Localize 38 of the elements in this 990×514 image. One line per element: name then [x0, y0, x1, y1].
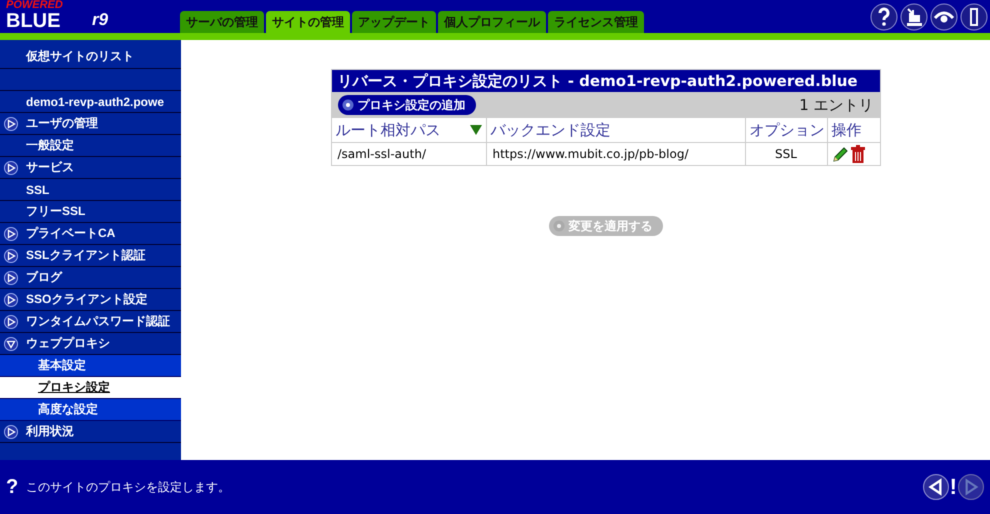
table-cell: SSL [746, 142, 828, 165]
help-icon[interactable] [870, 2, 898, 30]
door-icon[interactable] [960, 2, 988, 30]
computer-icon[interactable] [900, 2, 928, 30]
table-cell: /saml-ssl-auth/ [332, 142, 486, 165]
tab[interactable]: サーバの管理 [180, 11, 264, 33]
sidebar-subitem[interactable]: プロキシ設定 [0, 377, 181, 399]
column-header[interactable]: バックエンド設定 [486, 118, 746, 142]
column-header[interactable]: オプション [746, 118, 828, 142]
sidebar-item[interactable]: SSOクライアント設定 [0, 289, 181, 311]
table-title: リバース・プロキシ設定のリスト - demo1-revp-auth2.powered.blue [332, 70, 880, 92]
help-mark: ? [6, 476, 18, 498]
column-header[interactable]: ルート相対パス [332, 118, 486, 142]
entry-count: 1 エントリ [799, 96, 874, 114]
column-header[interactable]: 操作 [828, 118, 880, 142]
tab[interactable]: サイトの管理 [266, 11, 350, 33]
sidebar-item[interactable]: 利用状況 [0, 421, 181, 443]
sidebar-item[interactable]: ワンタイムパスワード認証 [0, 311, 181, 333]
sidebar-subitem[interactable]: 基本設定 [0, 355, 181, 377]
status-text: このサイトのプロキシを設定します。 [26, 478, 230, 496]
sidebar-item[interactable]: SSLクライアント認証 [0, 245, 181, 267]
bullet-icon [552, 220, 564, 232]
pencil-icon[interactable] [832, 145, 848, 163]
tab[interactable]: 個人プロフィール [438, 11, 546, 33]
tab[interactable]: ライセンス管理 [548, 11, 644, 33]
sidebar-item[interactable]: ユーザの管理 [0, 113, 181, 135]
table-cell: https://www.mubit.co.jp/pb-blog/ [486, 142, 746, 165]
alert-mark: ! [950, 474, 957, 500]
sidebar-item[interactable]: プライベートCA [0, 223, 181, 245]
add-proxy-button[interactable]: プロキシ設定の追加 [338, 95, 476, 115]
bullet-icon [342, 99, 354, 111]
sidebar-subitem[interactable]: 高度な設定 [0, 399, 181, 421]
eye-icon[interactable] [930, 2, 958, 30]
logo: POWERED BLUE r9 [5, 0, 110, 33]
sidebar-item[interactable]: ブログ [0, 267, 181, 289]
trash-icon[interactable] [850, 145, 866, 163]
tab[interactable]: アップデート [352, 11, 436, 33]
sidebar-item[interactable]: サービス [0, 157, 181, 179]
